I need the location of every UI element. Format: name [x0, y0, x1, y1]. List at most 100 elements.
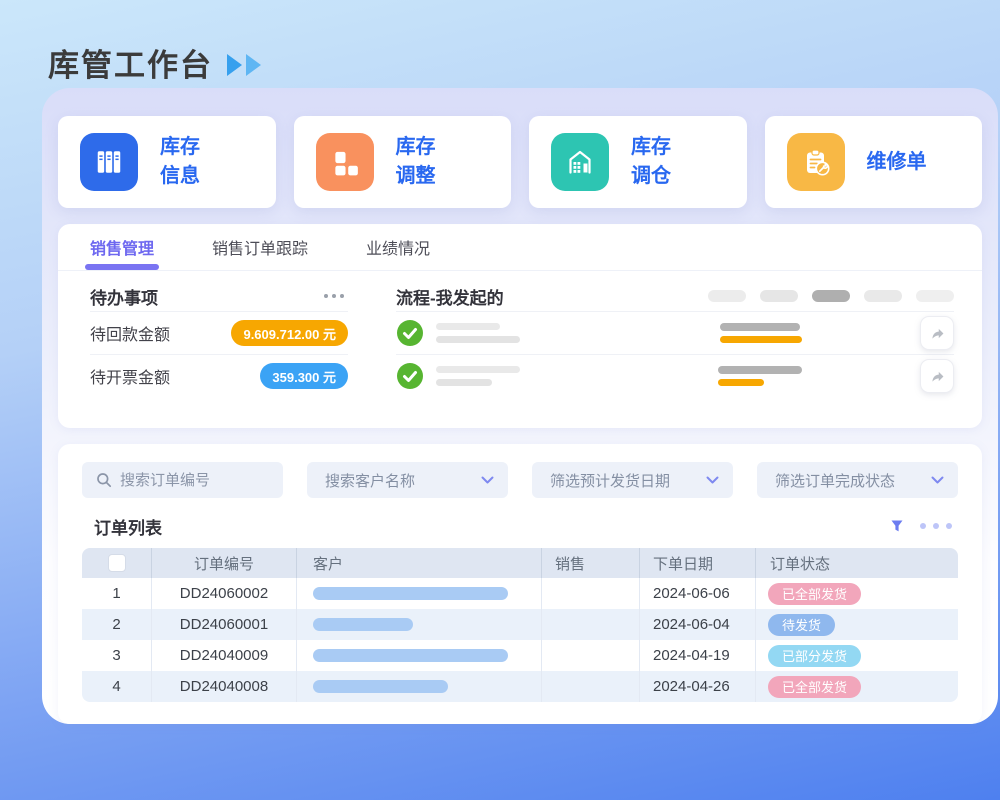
tab-sales-order-tracking[interactable]: 销售订单跟踪 — [212, 224, 308, 270]
funnel-icon[interactable] — [890, 519, 904, 533]
todo-label: 待开票金额 — [90, 364, 170, 388]
tab-label: 销售订单跟踪 — [212, 235, 308, 259]
status-cell: 已全部发货 — [756, 578, 958, 609]
tab-sales-management[interactable]: 销售管理 — [90, 224, 154, 270]
filter-label: 搜索客户名称 — [325, 470, 481, 491]
card-inventory-transfer[interactable]: 库存调仓 — [529, 116, 747, 208]
customer-cell — [297, 609, 542, 640]
order-no: DD24060002 — [152, 578, 297, 609]
todo-section: 待办事项 待回款金额 9.609.712.00 元 待开票金额 359.300 … — [90, 281, 348, 397]
amount-badge: 9.609.712.00 元 — [231, 320, 348, 346]
customer-skeleton — [313, 680, 448, 693]
fast-forward-icon — [225, 53, 265, 77]
select-all-checkbox[interactable] — [108, 554, 126, 572]
skeleton-progress — [720, 323, 802, 343]
sales-cell — [542, 578, 640, 609]
skeleton-pills — [708, 290, 954, 302]
customer-skeleton — [313, 587, 508, 600]
row-index: 1 — [82, 578, 152, 609]
filter-label: 筛选订单完成状态 — [775, 470, 931, 491]
order-date: 2024-04-26 — [640, 671, 756, 702]
amount-badge: 359.300 元 — [260, 363, 348, 389]
filter-row: 搜索客户名称 筛选预计发货日期 筛选订单完成状态 — [82, 462, 958, 498]
order-table: 订单编号 客户 销售 下单日期 订单状态 1 DD24060002 2024-0… — [82, 548, 958, 702]
more-dots-icon[interactable] — [920, 523, 952, 529]
todo-label: 待回款金额 — [90, 321, 170, 345]
order-no: DD24060001 — [152, 609, 297, 640]
table-row[interactable]: 2 DD24060001 2024-06-04 待发货 — [82, 609, 958, 640]
tab-performance[interactable]: 业绩情况 — [366, 224, 430, 270]
todo-item-invoice: 待开票金额 359.300 元 — [90, 355, 348, 397]
row-index: 4 — [82, 671, 152, 702]
card-inventory-adjust[interactable]: 库存调整 — [294, 116, 512, 208]
status-cell: 已全部发货 — [756, 671, 958, 702]
ship-date-filter[interactable]: 筛选预计发货日期 — [532, 462, 733, 498]
order-status-filter[interactable]: 筛选订单完成状态 — [757, 462, 958, 498]
blocks-icon — [316, 133, 374, 191]
order-no: DD24040008 — [152, 671, 297, 702]
warehouse-icon — [551, 133, 609, 191]
customer-skeleton — [313, 618, 413, 631]
chevron-down-icon — [706, 476, 719, 485]
skeleton-progress — [718, 366, 802, 386]
books-icon — [80, 133, 138, 191]
more-icon[interactable] — [324, 294, 348, 298]
chevron-down-icon — [931, 476, 944, 485]
share-button[interactable] — [920, 316, 954, 350]
col-order-date: 下单日期 — [640, 548, 756, 578]
row-index: 2 — [82, 609, 152, 640]
chevron-down-icon — [481, 476, 494, 485]
process-section: 流程-我发起的 — [396, 281, 954, 397]
share-button[interactable] — [920, 359, 954, 393]
clipboard-wrench-icon — [787, 133, 845, 191]
process-row — [396, 355, 954, 397]
order-date: 2024-04-19 — [640, 640, 756, 671]
table-row[interactable]: 3 DD24040009 2024-04-19 已部分发货 — [82, 640, 958, 671]
card-label: 库存信息 — [160, 133, 200, 191]
table-header: 订单编号 客户 销售 下单日期 订单状态 — [82, 548, 958, 578]
card-repair-order[interactable]: 维修单 — [765, 116, 983, 208]
page-header: 库管工作台 — [0, 0, 1000, 88]
todo-title: 待办事项 — [90, 284, 158, 309]
check-circle-icon — [396, 319, 424, 347]
search-icon — [96, 472, 112, 488]
tab-bar: 销售管理 销售订单跟踪 业绩情况 — [58, 224, 982, 271]
customer-cell — [297, 578, 542, 609]
card-label: 维修单 — [867, 148, 927, 177]
filter-label: 筛选预计发货日期 — [550, 470, 706, 491]
status-cell: 待发货 — [756, 609, 958, 640]
skeleton-text — [436, 323, 520, 343]
status-badge: 已部分发货 — [768, 645, 861, 667]
customer-cell — [297, 640, 542, 671]
sales-body: 待办事项 待回款金额 9.609.712.00 元 待开票金额 359.300 … — [58, 271, 982, 397]
sales-panel: 销售管理 销售订单跟踪 业绩情况 待办事项 待回款金额 9.609.712. — [58, 224, 982, 428]
active-tab-underline — [85, 264, 159, 270]
page-title: 库管工作台 — [48, 40, 213, 85]
orders-panel: 搜索客户名称 筛选预计发货日期 筛选订单完成状态 订单列表 — [58, 444, 982, 724]
status-cell: 已部分发货 — [756, 640, 958, 671]
status-badge: 已全部发货 — [768, 676, 861, 698]
check-circle-icon — [396, 362, 424, 390]
quick-cards-row: 库存信息 库存调整 — [58, 116, 982, 208]
customer-filter[interactable]: 搜索客户名称 — [307, 462, 508, 498]
table-row[interactable]: 1 DD24060002 2024-06-06 已全部发货 — [82, 578, 958, 609]
status-badge: 待发货 — [768, 614, 835, 636]
workbench-shell: 库存信息 库存调整 — [42, 88, 998, 724]
col-sales: 销售 — [542, 548, 640, 578]
order-no-search[interactable] — [82, 462, 283, 498]
status-badge: 已全部发货 — [768, 583, 861, 605]
tab-label: 业绩情况 — [366, 235, 430, 259]
table-row[interactable]: 4 DD24040008 2024-04-26 已全部发货 — [82, 671, 958, 702]
tab-label: 销售管理 — [90, 235, 154, 259]
process-title: 流程-我发起的 — [396, 284, 504, 309]
col-status: 订单状态 — [756, 548, 958, 578]
todo-item-receivable: 待回款金额 9.609.712.00 元 — [90, 312, 348, 354]
sales-cell — [542, 640, 640, 671]
order-date: 2024-06-04 — [640, 609, 756, 640]
card-inventory-info[interactable]: 库存信息 — [58, 116, 276, 208]
search-input[interactable] — [120, 472, 269, 489]
order-no: DD24040009 — [152, 640, 297, 671]
skeleton-text — [436, 366, 520, 386]
sales-cell — [542, 609, 640, 640]
card-label: 库存调仓 — [631, 133, 671, 191]
